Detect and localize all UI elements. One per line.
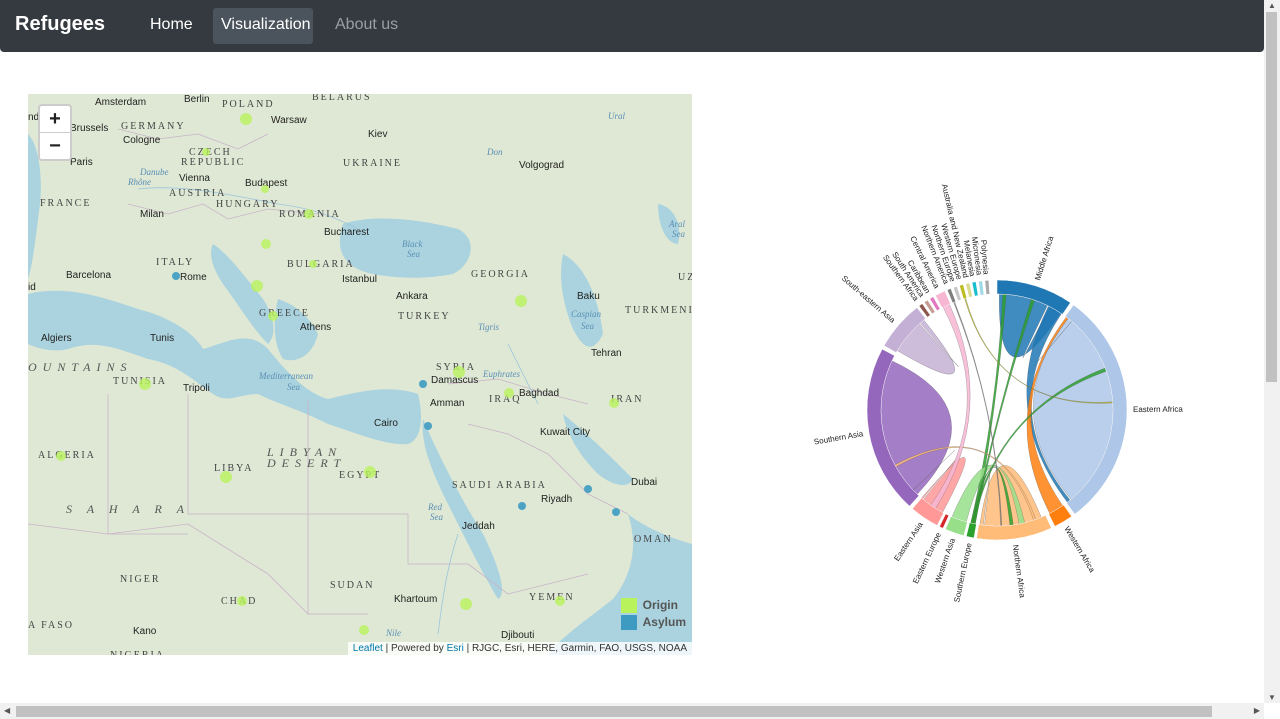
zoom-in-button[interactable]: +: [40, 106, 70, 133]
origin-marker[interactable]: [453, 366, 465, 378]
nav-about-us[interactable]: About us: [327, 8, 406, 44]
nav-visualization[interactable]: Visualization: [213, 8, 313, 44]
map-zoom-control: + −: [38, 104, 72, 161]
origin-marker[interactable]: [240, 113, 252, 125]
map-markers: [56, 113, 620, 635]
scroll-down-arrow-icon[interactable]: ▼: [1268, 693, 1276, 702]
chord-arc-melanesia[interactable]: [971, 281, 979, 297]
asylum-swatch: [620, 615, 637, 631]
chord-arc-micronesia[interactable]: [978, 280, 985, 296]
leaflet-link[interactable]: Leaflet: [353, 643, 383, 654]
origin-marker[interactable]: [515, 295, 527, 307]
asylum-marker[interactable]: [584, 485, 592, 493]
chord-label: Eastern Africa: [1133, 405, 1183, 414]
chord-label: South-eastern Asia: [840, 274, 897, 325]
chord-diagram[interactable]: Middle Africa Eastern Africa Western Afric…: [760, 110, 1240, 630]
chord-arc-australia-and-new-zealand[interactable]: [965, 282, 973, 298]
origin-marker[interactable]: [364, 466, 376, 478]
brand-logo[interactable]: Refugees: [15, 13, 105, 36]
origin-marker[interactable]: [609, 398, 619, 408]
origin-marker[interactable]: [359, 625, 369, 635]
origin-marker[interactable]: [504, 388, 514, 398]
zoom-out-button[interactable]: −: [40, 133, 70, 159]
map-legend: Origin Asylum: [620, 597, 686, 631]
attribution-sources: | RJGC, Esri, HERE, Garmin, FAO, USGS, N…: [463, 643, 687, 654]
chord-arc-southern-europe[interactable]: [965, 522, 977, 539]
refugee-map[interactable]: + − Amsterdam Berlin POLAND BELARUS Brussels…: [28, 94, 692, 655]
origin-swatch: [620, 598, 637, 614]
top-navbar: Refugees Home Visualization About us: [0, 0, 1264, 52]
vertical-scrollbar[interactable]: ▲ ▼: [1264, 0, 1280, 703]
attribution-powered: | Powered by: [382, 643, 447, 654]
chord-label: Northern Africa: [1011, 544, 1027, 599]
chord-label: Western Africa: [1062, 525, 1097, 575]
chord-label: Southern Asia: [813, 429, 864, 447]
origin-marker[interactable]: [202, 148, 210, 156]
origin-marker[interactable]: [237, 596, 247, 606]
origin-marker[interactable]: [56, 451, 66, 461]
chord-label: Southern Europe: [952, 542, 973, 604]
esri-link[interactable]: Esri: [447, 643, 464, 654]
nav-home[interactable]: Home: [142, 8, 201, 44]
chord-arc-polynesia[interactable]: [984, 279, 990, 295]
origin-marker[interactable]: [261, 239, 271, 249]
origin-marker[interactable]: [261, 185, 269, 193]
origin-marker[interactable]: [309, 260, 317, 268]
legend-origin-label: Origin: [642, 598, 678, 612]
chord-label: Middle Africa: [1033, 235, 1055, 282]
origin-marker[interactable]: [555, 596, 565, 606]
vertical-scroll-thumb[interactable]: [1266, 12, 1277, 382]
origin-marker[interactable]: [460, 598, 472, 610]
asylum-marker[interactable]: [419, 380, 427, 388]
legend-asylum-label: Asylum: [642, 615, 686, 629]
origin-marker[interactable]: [220, 471, 232, 483]
asylum-marker[interactable]: [518, 502, 526, 510]
scroll-right-arrow-icon[interactable]: ▶: [1254, 706, 1260, 715]
asylum-marker[interactable]: [172, 272, 180, 280]
horizontal-scrollbar[interactable]: ◀ ▶: [0, 703, 1264, 719]
horizontal-scroll-thumb[interactable]: [16, 706, 1212, 717]
scroll-left-arrow-icon[interactable]: ◀: [4, 706, 10, 715]
chord-label: Eastern Asia: [892, 520, 925, 563]
asylum-marker[interactable]: [424, 422, 432, 430]
origin-marker[interactable]: [268, 311, 278, 321]
origin-marker[interactable]: [251, 280, 263, 292]
origin-marker[interactable]: [139, 378, 151, 390]
origin-marker[interactable]: [304, 209, 314, 219]
map-attribution: Leaflet | Powered by Esri | RJGC, Esri, …: [347, 642, 692, 655]
scroll-up-arrow-icon[interactable]: ▲: [1268, 1, 1276, 10]
asylum-marker[interactable]: [612, 508, 620, 516]
